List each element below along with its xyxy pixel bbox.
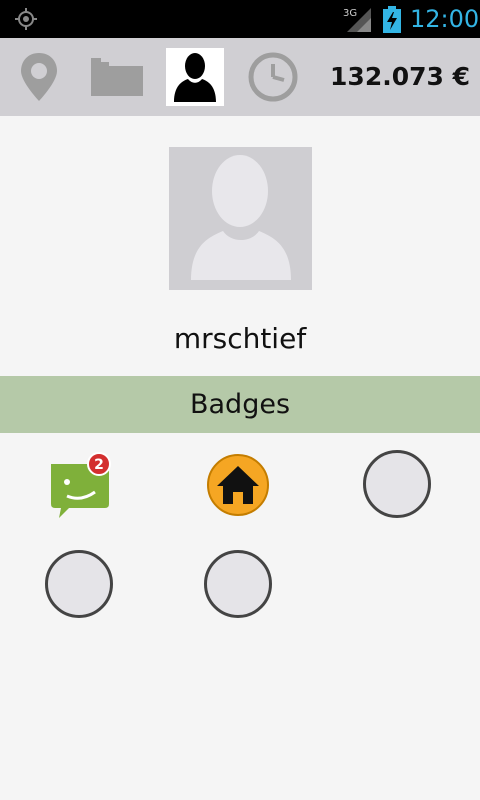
status-time: 12:00 [410,5,480,33]
badge-home[interactable] [203,450,273,520]
badge-chat[interactable]: 2 [45,450,115,520]
empty-badge-slot [45,550,113,618]
username: mrschtief [173,322,307,355]
default-avatar-icon [191,155,291,280]
home-badge-icon [207,454,269,516]
profile-icon [174,53,216,102]
chat-badge-count: 2 [94,457,104,473]
status-bar: 3G 12:00 [0,0,480,38]
signal-icon: 3G [343,8,371,32]
badge-slot-empty-2[interactable] [44,549,114,619]
folder-icon [91,58,143,96]
empty-badge-slot [204,550,272,618]
avatar[interactable] [169,147,312,290]
tab-collection[interactable] [88,48,146,106]
balance-label: 132.073 € [330,62,470,91]
badge-slot-empty-3[interactable] [203,549,273,619]
tab-history[interactable] [244,48,302,106]
location-pin-icon [21,53,57,101]
badge-slot-empty-1[interactable] [362,449,432,519]
chat-badge-icon: 2 [51,452,111,518]
gps-icon [15,8,37,30]
empty-badge-slot [363,450,431,518]
tab-profile[interactable] [166,48,224,106]
network-type-label: 3G [343,8,357,19]
tab-map[interactable] [10,48,68,106]
badges-section-header: Badges [0,376,480,433]
clock-icon [248,52,298,102]
battery-charging-icon [383,6,401,33]
top-toolbar: 132.073 € [0,38,480,116]
